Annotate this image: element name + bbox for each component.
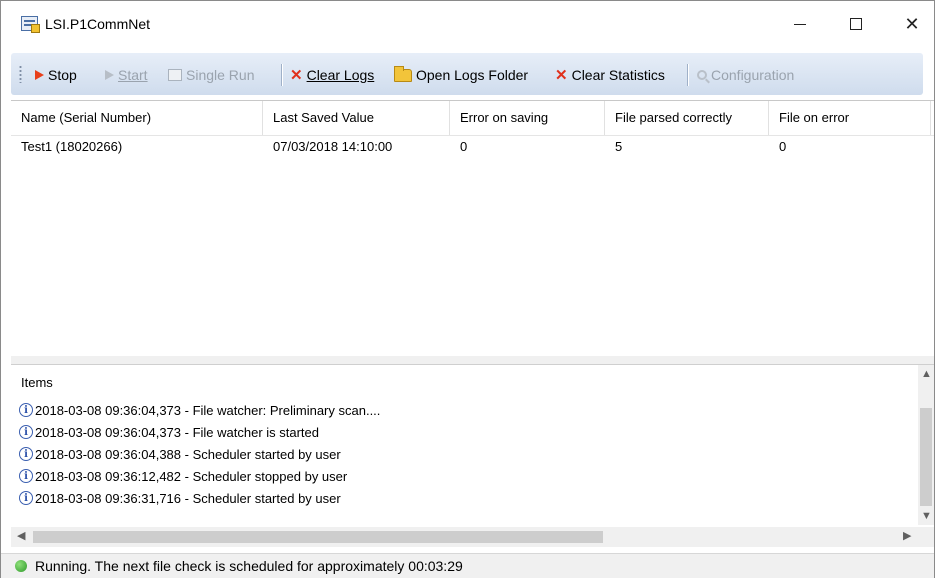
column-header-file-parsed[interactable]: File parsed correctly [605,101,769,135]
open-logs-folder-label: Open Logs Folder [416,67,529,83]
maximize-button[interactable] [833,1,879,47]
start-label: Start [118,67,148,83]
list-item[interactable]: i 2018-03-08 09:36:04,373 - File watcher… [19,421,319,443]
play-icon [35,70,44,80]
cell-file-parsed: 5 [615,139,623,154]
info-icon: i [19,403,33,417]
scroll-up-icon[interactable]: ▲ [921,369,932,380]
toolbar-grip[interactable] [19,65,22,83]
app-icon [21,16,40,33]
configuration-button[interactable]: Configuration [697,65,794,85]
status-text: Running. The next file check is schedule… [35,558,463,574]
log-entry-text: 2018-03-08 09:36:04,373 - File watcher i… [35,424,320,440]
statistics-grid: Name (Serial Number) Last Saved Value Er… [11,100,934,357]
log-entry-text: 2018-03-08 09:36:31,716 - Scheduler star… [35,490,341,506]
title-bar[interactable]: LSI.P1CommNet ✕ [1,1,934,47]
clear-logs-button[interactable]: ✕ Clear Logs [290,65,374,85]
clear-statistics-label: Clear Statistics [571,67,665,83]
column-header-file-on-error[interactable]: File on error [769,101,931,135]
maximize-icon [850,18,862,30]
column-header-name[interactable]: Name (Serial Number) [11,101,263,135]
toolbar-separator [281,64,282,86]
minimize-icon [794,23,806,25]
status-indicator-icon [15,560,27,572]
cell-name: Test1 (18020266) [21,139,123,154]
cell-file-on-error: 0 [779,139,787,154]
column-header-error-on-saving[interactable]: Error on saving [450,101,605,135]
panel-splitter[interactable] [11,356,934,365]
single-run-label: Single Run [186,67,255,83]
info-icon: i [19,491,33,505]
log-title: Items [21,375,53,390]
stop-label: Stop [48,67,77,83]
scroll-left-icon[interactable]: ◀ [17,531,25,542]
x-icon: ✕ [290,66,303,84]
toolbar-separator [687,64,688,86]
info-icon: i [19,447,33,461]
info-icon: i [19,425,33,439]
horizontal-scroll-thumb[interactable] [33,531,603,543]
list-item[interactable]: i 2018-03-08 09:36:12,482 - Scheduler st… [19,465,347,487]
grid-header: Name (Serial Number) Last Saved Value Er… [11,101,934,136]
x-icon: ✕ [555,66,568,84]
log-entry-text: 2018-03-08 09:36:04,388 - Scheduler star… [35,446,341,462]
info-icon: i [19,469,33,483]
close-button[interactable]: ✕ [889,1,935,47]
start-button[interactable]: Start [105,65,148,85]
window-title: LSI.P1CommNet [45,16,151,32]
app-window: LSI.P1CommNet ✕ Stop Start Single Run ✕ … [0,0,935,578]
clear-statistics-button[interactable]: ✕ Clear Statistics [555,65,665,85]
horizontal-scrollbar[interactable]: ◀ ▶ [11,527,934,547]
run-icon [168,69,182,81]
cell-last-saved: 07/03/2018 14:10:00 [273,139,393,154]
single-run-button[interactable]: Single Run [168,65,255,85]
minimize-button[interactable] [777,1,823,47]
close-icon: ✕ [904,13,920,34]
clear-logs-label: Clear Logs [307,67,375,83]
vertical-scrollbar[interactable]: ▲ ▼ [918,365,934,525]
toolbar: Stop Start Single Run ✕ Clear Logs Open … [11,53,923,95]
cell-error-on-saving: 0 [460,139,468,154]
vertical-scroll-thumb[interactable] [920,408,932,506]
play-icon [105,70,114,80]
status-bar: Running. The next file check is schedule… [1,553,934,578]
column-header-last-saved[interactable]: Last Saved Value [263,101,450,135]
settings-icon [697,70,707,80]
list-item[interactable]: i 2018-03-08 09:36:31,716 - Scheduler st… [19,487,341,509]
folder-icon [394,65,412,82]
list-item[interactable]: i 2018-03-08 09:36:04,373 - File watcher… [19,399,380,421]
list-item[interactable]: i 2018-03-08 09:36:04,388 - Scheduler st… [19,443,341,465]
log-entry-text: 2018-03-08 09:36:04,373 - File watcher: … [35,402,381,418]
log-panel: Items i 2018-03-08 09:36:04,373 - File w… [11,365,934,547]
start-label-text: Start [118,67,148,83]
stop-button[interactable]: Stop [35,65,77,85]
scroll-down-icon[interactable]: ▼ [921,511,932,522]
scroll-right-icon[interactable]: ▶ [903,531,911,542]
table-row[interactable]: Test1 (18020266) 07/03/2018 14:10:00 0 5… [11,136,934,158]
configuration-label: Configuration [711,67,795,83]
clear-logs-label-text: Clear Logs [306,67,375,83]
log-entry-text: 2018-03-08 09:36:12,482 - Scheduler stop… [35,468,348,484]
open-logs-folder-button[interactable]: Open Logs Folder [394,65,528,85]
